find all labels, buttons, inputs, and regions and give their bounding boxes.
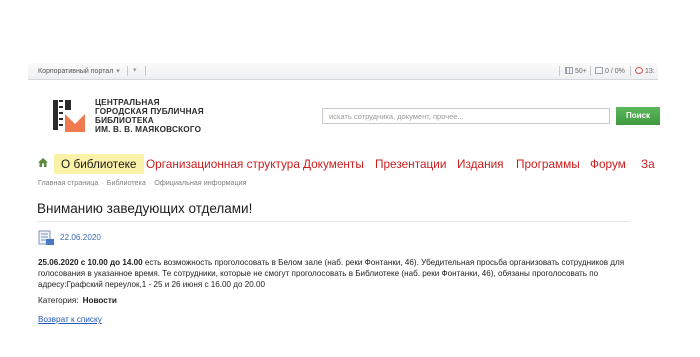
portal-label: Корпоративный портал	[38, 68, 114, 75]
article-body: 25.06.2020 с 10.00 до 14.00 есть возможн…	[38, 257, 638, 290]
search-button[interactable]: Поиск	[616, 107, 660, 125]
breadcrumb-separator: ·	[101, 178, 104, 187]
time-value: 13:	[645, 68, 655, 75]
article-lead-bold: 25.06.2020 с 10.00 до 14.00	[38, 258, 143, 267]
divider	[630, 66, 631, 76]
library-logo-icon[interactable]	[53, 98, 89, 134]
nav-item-forum[interactable]: Форум	[590, 157, 626, 171]
time-stat[interactable]: 13:	[635, 67, 655, 75]
divider	[590, 66, 591, 76]
dropdown-arrow-icon[interactable]: ▾	[133, 66, 137, 74]
category-line: Категория: Новости	[38, 296, 117, 305]
divider	[145, 66, 146, 76]
breadcrumb: Главная страница · Библиотека · Официальная …	[38, 178, 247, 187]
page-title: Вниманию заведующих отделами!	[37, 201, 253, 216]
news-document-icon	[38, 230, 54, 245]
nav-item-publications[interactable]: Издания	[457, 157, 504, 171]
library-name-line: ГОРОДСКАЯ ПУБЛИЧНАЯ	[95, 107, 204, 116]
nav-item-about[interactable]: О библиотеке	[54, 154, 144, 174]
chart-icon	[595, 67, 603, 74]
breadcrumb-separator: ·	[148, 178, 152, 187]
users-stat[interactable]: 50+	[565, 67, 587, 75]
category-value: Новости	[82, 296, 117, 305]
publication-date: 22.06.2020	[60, 233, 101, 242]
search-placeholder: искать сотрудника, документ, прочее...	[329, 112, 464, 121]
nav-item-presentations[interactable]: Презентации	[375, 157, 446, 171]
library-name-line: ИМ. В. В. МАЯКОВСКОГО	[95, 125, 202, 134]
users-icon	[565, 67, 573, 74]
progress-stat[interactable]: 0 / 0%	[595, 67, 625, 75]
breadcrumb-library[interactable]: Библиотека	[107, 178, 146, 187]
library-name[interactable]: ЦЕНТРАЛЬНАЯ ГОРОДСКАЯ ПУБЛИЧНАЯ БИБЛИОТЕ…	[95, 98, 204, 134]
back-to-list-link[interactable]: Возврат к списку	[38, 315, 102, 324]
top-utility-bar: Корпоративный портал ▾ ▾ 50+ 0 / 0% 13:	[28, 63, 658, 80]
breadcrumb-official-info[interactable]: Официальная информация	[154, 178, 246, 187]
library-name-line: БИБЛИОТЕКА	[95, 116, 154, 125]
breadcrumb-home[interactable]: Главная страница	[38, 178, 98, 187]
nav-item-programs[interactable]: Программы	[516, 157, 580, 171]
nav-item-more[interactable]: За	[641, 157, 655, 171]
category-label: Категория:	[38, 296, 79, 305]
nav-item-org-structure[interactable]: Организационная структура	[146, 157, 300, 171]
divider	[127, 66, 128, 76]
chevron-down-icon: ▾	[116, 68, 120, 75]
portal-menu[interactable]: Корпоративный портал ▾	[38, 67, 120, 75]
progress-value: 0 / 0%	[605, 68, 625, 75]
home-icon[interactable]	[38, 158, 48, 167]
library-name-line: ЦЕНТРАЛЬНАЯ	[95, 98, 160, 107]
divider	[559, 66, 560, 76]
clock-icon	[635, 67, 643, 74]
title-divider	[37, 221, 630, 222]
users-count: 50+	[575, 68, 587, 75]
nav-item-documents[interactable]: Документы	[303, 157, 364, 171]
search-input[interactable]: искать сотрудника, документ, прочее...	[322, 108, 610, 124]
